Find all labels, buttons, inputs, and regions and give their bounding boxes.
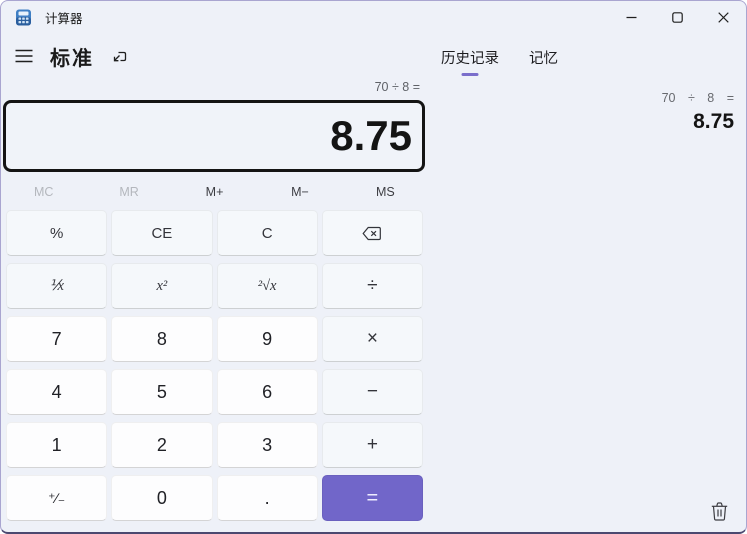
digit-9-button[interactable]: 9 [216, 316, 318, 362]
digit-5-button[interactable]: 5 [111, 369, 213, 415]
clear-entry-button[interactable]: CE [111, 210, 213, 256]
hamburger-icon [15, 49, 33, 63]
titlebar: 计算器 [1, 1, 746, 33]
maximize-icon [671, 11, 683, 23]
keep-on-top-icon [113, 51, 126, 61]
display-expression: 70 ÷ 8 = [374, 80, 420, 94]
trash-icon [711, 501, 727, 521]
digit-2-button[interactable]: 2 [111, 422, 213, 468]
digit-1-button[interactable]: 1 [6, 422, 108, 468]
memory-store-button[interactable]: MS [343, 179, 428, 204]
tab-memory[interactable]: 记忆 [527, 47, 560, 78]
reciprocal-button[interactable]: ⅟x [6, 263, 108, 309]
history-entry[interactable]: 70 ÷ 8 = 8.75 [662, 91, 734, 134]
digit-4-button[interactable]: 4 [6, 369, 108, 415]
close-icon [717, 11, 729, 23]
divide-button[interactable]: ÷ [321, 263, 423, 309]
subtract-button[interactable]: − [321, 369, 423, 415]
memory-row: MC MR M+ M− MS [1, 179, 428, 204]
negate-button[interactable]: ⁺∕₋ [6, 475, 108, 521]
history-entry-result: 8.75 [693, 110, 734, 133]
backspace-icon [362, 226, 382, 240]
tab-history-label: 历史记录 [441, 51, 499, 67]
digit-8-button[interactable]: 8 [111, 316, 213, 362]
percent-button[interactable]: % [6, 210, 108, 256]
tab-history[interactable]: 历史记录 [439, 47, 501, 78]
digit-0-button[interactable]: 0 [111, 475, 213, 521]
tab-memory-label: 记忆 [529, 51, 558, 67]
calculator-pane: 标准 70 ÷ 8 = 8.75 MC MR M+ M− MS % CE C ⅟… [1, 33, 428, 532]
memory-clear-button[interactable]: MC [1, 179, 86, 204]
menu-button[interactable] [7, 40, 41, 72]
digit-3-button[interactable]: 3 [216, 422, 318, 468]
window-controls [608, 1, 746, 33]
window-title: 计算器 [45, 11, 83, 26]
minimize-icon [626, 16, 636, 18]
active-tab-underline [461, 73, 479, 76]
panel-tabs: 历史记录 记忆 [428, 33, 746, 78]
close-button[interactable] [700, 1, 746, 33]
digit-7-button[interactable]: 7 [6, 316, 108, 362]
add-button[interactable]: + [321, 422, 423, 468]
clear-history-button[interactable] [705, 497, 733, 525]
maximize-button[interactable] [654, 1, 700, 33]
calculator-icon [16, 9, 31, 25]
memory-recall-button[interactable]: MR [86, 179, 171, 204]
memory-subtract-button[interactable]: M− [257, 179, 342, 204]
memory-add-button[interactable]: M+ [172, 179, 257, 204]
minimize-button[interactable] [608, 1, 654, 33]
keypad: % CE C ⅟x x² ²√x ÷ 7 8 9 × 4 5 6 − 1 2 3… [6, 210, 423, 521]
backspace-button[interactable] [321, 210, 423, 256]
equals-button[interactable]: = [321, 475, 423, 521]
square-root-button[interactable]: ²√x [216, 263, 318, 309]
square-button[interactable]: x² [111, 263, 213, 309]
mode-title: 标准 [50, 47, 94, 70]
keep-on-top-button[interactable] [104, 42, 134, 70]
history-panel: 历史记录 记忆 70 ÷ 8 = 8.75 [428, 33, 746, 532]
clear-button[interactable]: C [216, 210, 318, 256]
main-display: 8.75 [3, 100, 425, 172]
calc-header: 标准 [1, 33, 428, 79]
digit-6-button[interactable]: 6 [216, 369, 318, 415]
decimal-button[interactable]: . [216, 475, 318, 521]
calculator-window: 计算器 标准 70 ÷ 8 = 8.75 MC MR M+ M− MS % CE… [0, 0, 747, 534]
history-entry-expression: 70 ÷ 8 = [661, 91, 734, 105]
multiply-button[interactable]: × [321, 316, 423, 362]
